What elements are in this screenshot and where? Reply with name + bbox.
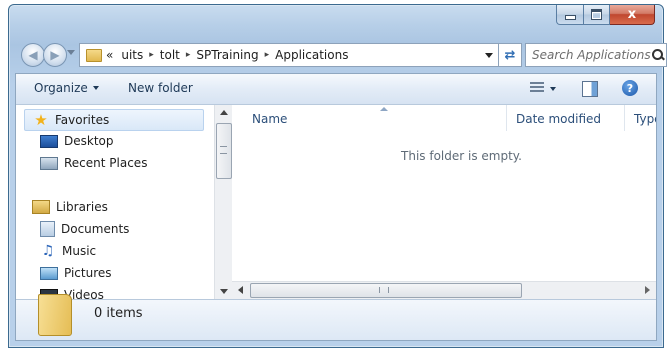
scroll-left-icon[interactable] [238,286,243,294]
forward-arrow-icon: ▶ [50,48,60,62]
minimize-button[interactable] [556,5,584,25]
file-list-horizontal-scrollbar[interactable] [232,281,656,299]
recent-places-icon [40,156,58,170]
folder-icon [38,294,72,336]
item-count: 0 items [94,306,143,321]
navigation-pane-scrollbar[interactable] [214,105,232,299]
documents-icon [40,221,55,237]
folder-icon [86,48,102,62]
star-icon: ★ [34,111,48,129]
search-box[interactable]: Search Applications [525,43,667,67]
nav-item-label: Documents [61,222,130,236]
nav-item-desktop[interactable]: Desktop [40,131,114,151]
caption-buttons: x [556,5,655,25]
chevron-down-icon [485,52,493,58]
column-divider[interactable] [506,105,507,131]
nav-item-label: Music [62,244,97,258]
breadcrumb-uits[interactable]: uits [121,48,143,62]
breadcrumb-separator-icon[interactable]: ▸ [186,50,191,60]
refresh-icon: ⇄ [504,47,516,63]
explorer-window: x ◀ ▶ « uits ▸ tolt ▸ SPTraining ▸ Appli… [8,4,667,348]
breadcrumb-overflow[interactable]: « [106,48,113,62]
scroll-up-icon[interactable] [220,110,228,115]
breadcrumb-separator-icon[interactable]: ▸ [149,50,154,60]
column-divider[interactable] [624,105,625,131]
nav-item-favorites[interactable]: ★ Favorites [24,109,204,131]
breadcrumb-separator-icon[interactable]: ▸ [265,50,270,60]
explorer-body: Organize New folder ? ★ Favorites Deskto… [15,73,657,341]
chevron-down-icon [92,86,99,90]
details-pane: 0 items [16,294,656,340]
nav-item-pictures[interactable]: Pictures [40,263,112,283]
minimize-icon [564,15,576,20]
desktop-icon [40,134,58,148]
back-arrow-icon: ◀ [28,48,38,62]
address-bar[interactable]: « uits ▸ tolt ▸ SPTraining ▸ Application… [79,43,499,67]
organize-button[interactable]: Organize [34,81,99,95]
nav-item-documents[interactable]: Documents [40,219,129,239]
column-header-date-modified[interactable]: Date modified [516,112,601,126]
nav-item-recent-places[interactable]: Recent Places [40,153,147,173]
column-header-type[interactable]: Type [634,112,656,126]
new-folder-button[interactable]: New folder [128,81,193,95]
help-icon[interactable]: ? [622,80,638,96]
file-list: Name Date modified Type This folder is e… [232,105,656,299]
nav-item-music[interactable]: ♫ Music [40,241,96,261]
scroll-down-icon[interactable] [220,289,228,294]
scrollbar-thumb[interactable] [250,283,522,298]
column-header-name[interactable]: Name [252,112,287,126]
address-history-dropdown[interactable] [480,45,498,65]
views-icon[interactable] [530,82,544,94]
breadcrumb-applications[interactable]: Applications [275,48,348,62]
navigation-bar: ◀ ▶ « uits ▸ tolt ▸ SPTraining ▸ Applica… [21,43,667,67]
search-input[interactable]: Search Applications [526,48,651,62]
sort-ascending-icon [380,107,388,111]
back-button[interactable]: ◀ [21,43,45,67]
empty-folder-message: This folder is empty. [232,149,522,163]
music-icon: ♫ [41,243,55,259]
nav-item-label: Libraries [56,200,108,214]
views-dropdown[interactable] [550,87,556,91]
scrollbar-thumb[interactable] [216,123,232,179]
refresh-button[interactable]: ⇄ [499,43,522,67]
nav-item-label: Favorites [55,113,110,127]
command-bar: Organize New folder ? [16,74,656,105]
breadcrumb-tolt[interactable]: tolt [160,48,180,62]
preview-pane-icon[interactable] [582,81,598,97]
nav-item-libraries[interactable]: Libraries [32,197,108,217]
maximize-icon [591,9,602,20]
navigation-pane: ★ Favorites Desktop Recent Places Librar… [16,105,214,299]
breadcrumb-sptraining[interactable]: SPTraining [196,48,258,62]
nav-item-label: Pictures [64,266,112,280]
libraries-icon [32,200,50,214]
empty-folder-text: This folder is empty. [401,149,522,163]
organize-label: Organize [34,81,88,95]
close-button[interactable]: x [610,5,655,25]
scroll-right-icon[interactable] [645,286,650,294]
maximize-button[interactable] [584,5,610,25]
pictures-icon [40,266,58,280]
search-icon[interactable] [651,48,664,62]
close-icon: x [627,7,637,22]
recent-locations-dropdown[interactable] [67,50,75,55]
nav-item-label: Desktop [64,134,114,148]
forward-button[interactable]: ▶ [43,43,67,67]
nav-item-label: Recent Places [64,156,148,170]
